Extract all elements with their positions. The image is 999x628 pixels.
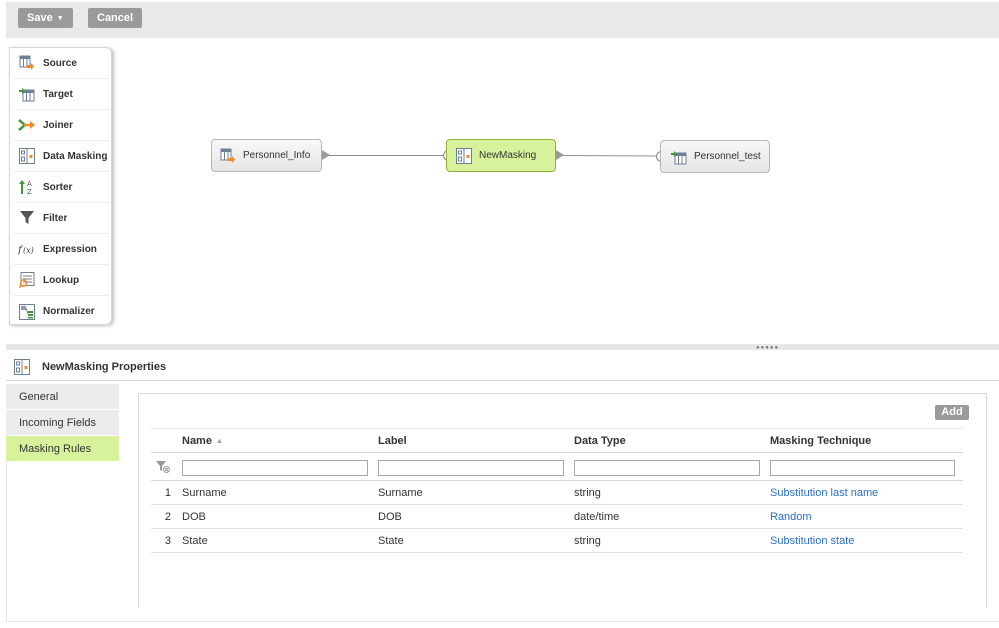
masking-technique-link[interactable]: Substitution last name <box>770 487 878 499</box>
sort-ascending-icon: ▲ <box>215 438 223 445</box>
palette-item-label: Lookup <box>43 274 80 286</box>
svg-text:A: A <box>27 180 32 188</box>
column-header-label: Name <box>182 435 212 447</box>
svg-text:(x): (x) <box>23 246 34 255</box>
palette-item-label: Expression <box>43 243 97 255</box>
properties-title: NewMasking Properties <box>42 360 167 373</box>
node-label: Personnel_test <box>694 151 761 162</box>
save-button[interactable]: Save ▼ <box>18 8 73 28</box>
masking-technique-link[interactable]: Substitution state <box>770 535 854 547</box>
add-button[interactable]: Add <box>935 405 969 420</box>
caret-down-icon: ▼ <box>56 15 64 22</box>
mapping-node-personnel-info[interactable]: Personnel_Info <box>211 139 322 172</box>
divider <box>6 621 999 622</box>
svg-text:Z: Z <box>27 188 32 195</box>
node-label: Personnel_Info <box>243 150 311 161</box>
row-number: 2 <box>164 511 171 523</box>
name-filter-input[interactable] <box>182 460 368 476</box>
data-masking-icon <box>456 147 472 164</box>
field-name: State <box>182 535 208 547</box>
clear-filter-icon[interactable] <box>156 461 170 473</box>
link-line <box>557 155 659 157</box>
field-name: DOB <box>182 511 206 523</box>
grid-header: Name ▲ Label Data Type Masking Technique <box>151 428 963 453</box>
palette-item-joiner[interactable]: Joiner <box>14 110 110 141</box>
field-name: Surname <box>182 487 227 499</box>
row-number: 3 <box>164 535 171 547</box>
palette-item-source[interactable]: Source <box>14 48 110 79</box>
field-data-type: string <box>574 535 601 547</box>
mapping-canvas[interactable]: Source Target Joiner Data Masking AZ Sor… <box>6 38 999 344</box>
mapping-node-personnel-test[interactable]: Personnel_test <box>660 140 770 173</box>
source-icon <box>18 54 36 72</box>
tab-general[interactable]: General <box>6 384 119 410</box>
properties-tabs: General Incoming Fields Masking Rules <box>6 384 119 462</box>
properties-header: NewMasking Properties <box>6 353 999 381</box>
masking-rules-grid: Name ▲ Label Data Type Masking Technique … <box>151 428 963 553</box>
normalizer-icon <box>18 303 36 321</box>
masking-rules-panel: Add Name ▲ Label Data Type Masking Techni… <box>138 393 987 607</box>
palette-item-label: Target <box>43 88 73 100</box>
palette-item-target[interactable]: Target <box>14 79 110 110</box>
panel-splitter[interactable]: ●●●●● <box>6 344 999 351</box>
joiner-icon <box>18 116 36 134</box>
column-header-data-type[interactable]: Data Type <box>574 435 626 447</box>
tab-masking-rules[interactable]: Masking Rules <box>6 436 119 462</box>
field-data-type: date/time <box>574 511 620 523</box>
masking-technique-filter-input[interactable] <box>770 460 955 476</box>
expression-icon: f (x) <box>18 240 36 258</box>
palette-item-label: Normalizer <box>43 306 95 317</box>
cancel-button-label: Cancel <box>97 12 134 24</box>
field-data-type: string <box>574 487 601 499</box>
palette-item-filter[interactable]: Filter <box>14 203 110 234</box>
link-arrow-icon <box>556 150 564 160</box>
node-label: NewMasking <box>479 150 537 161</box>
palette-item-label: Filter <box>43 212 68 224</box>
link-arrow-icon <box>322 150 330 160</box>
column-header-name[interactable]: Name ▲ <box>182 435 223 447</box>
column-header-masking-technique[interactable]: Masking Technique <box>770 435 871 447</box>
label-filter-input[interactable] <box>378 460 564 476</box>
data-masking-icon <box>18 147 36 165</box>
table-row[interactable]: 3 State State string Substitution state <box>151 529 963 553</box>
palette-item-normalizer[interactable]: Normalizer <box>14 296 110 327</box>
tab-incoming-fields[interactable]: Incoming Fields <box>6 410 119 436</box>
palette-item-label: Joiner <box>43 119 74 131</box>
data-type-filter-input[interactable] <box>574 460 760 476</box>
column-header-label[interactable]: Label <box>378 435 407 447</box>
row-number: 1 <box>164 487 171 499</box>
palette-item-expression[interactable]: f (x) Expression <box>14 234 110 265</box>
lookup-icon <box>18 271 36 289</box>
source-icon <box>220 148 236 164</box>
palette-item-sorter[interactable]: AZ Sorter <box>14 172 110 203</box>
target-icon <box>18 85 36 103</box>
field-label: DOB <box>378 511 402 523</box>
palette-item-label: Sorter <box>43 181 73 193</box>
link-line <box>324 155 444 156</box>
table-row[interactable]: 2 DOB DOB date/time Random <box>151 505 963 529</box>
palette-item-data-masking[interactable]: Data Masking <box>14 141 110 172</box>
data-masking-icon <box>14 358 30 375</box>
grip-icon: ●●●●● <box>756 345 780 351</box>
palette-item-lookup[interactable]: Lookup <box>14 265 110 296</box>
filter-icon <box>18 209 36 227</box>
palette-item-label: Data Masking <box>43 150 108 162</box>
cancel-button[interactable]: Cancel <box>88 8 143 28</box>
filter-row <box>151 453 963 481</box>
field-label: Surname <box>378 487 423 499</box>
table-row[interactable]: 1 Surname Surname string Substitution la… <box>151 481 963 505</box>
mapping-node-newmasking[interactable]: NewMasking <box>446 139 556 172</box>
target-icon <box>671 149 687 165</box>
transformation-palette: Source Target Joiner Data Masking AZ Sor… <box>9 47 112 325</box>
toolbar: Save ▼ Cancel <box>6 2 999 38</box>
sorter-icon: AZ <box>18 178 36 196</box>
save-button-label: Save <box>27 12 53 24</box>
palette-item-label: Source <box>43 57 77 69</box>
masking-technique-link[interactable]: Random <box>770 511 812 523</box>
field-label: State <box>378 535 404 547</box>
